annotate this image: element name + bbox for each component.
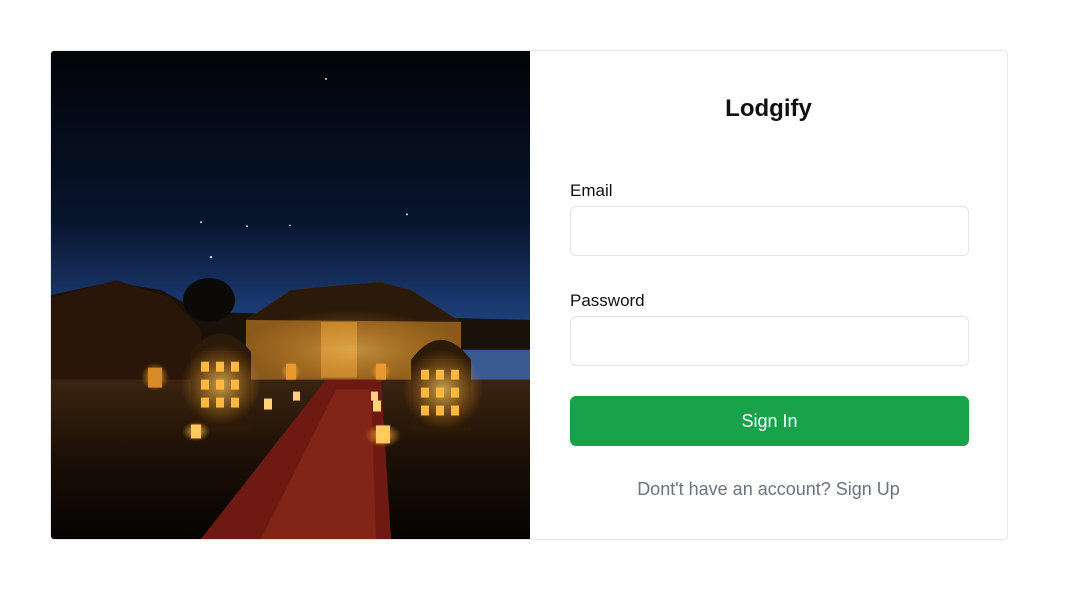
password-label: Password: [570, 291, 645, 310]
brand-title: Lodgify: [725, 95, 812, 122]
email-field[interactable]: [570, 206, 969, 256]
sign-in-button[interactable]: Sign In: [570, 396, 969, 446]
password-field[interactable]: [570, 316, 969, 366]
sign-up-link[interactable]: Dont't have an account? Sign Up: [530, 479, 1007, 500]
login-form-panel: Lodgify Email Password Sign In Dont't ha…: [530, 51, 1007, 539]
hero-illustration: [51, 51, 530, 539]
login-card: Lodgify Email Password Sign In Dont't ha…: [50, 50, 1008, 540]
email-label: Email: [570, 181, 613, 200]
desert-camp-night-image: [51, 51, 530, 539]
